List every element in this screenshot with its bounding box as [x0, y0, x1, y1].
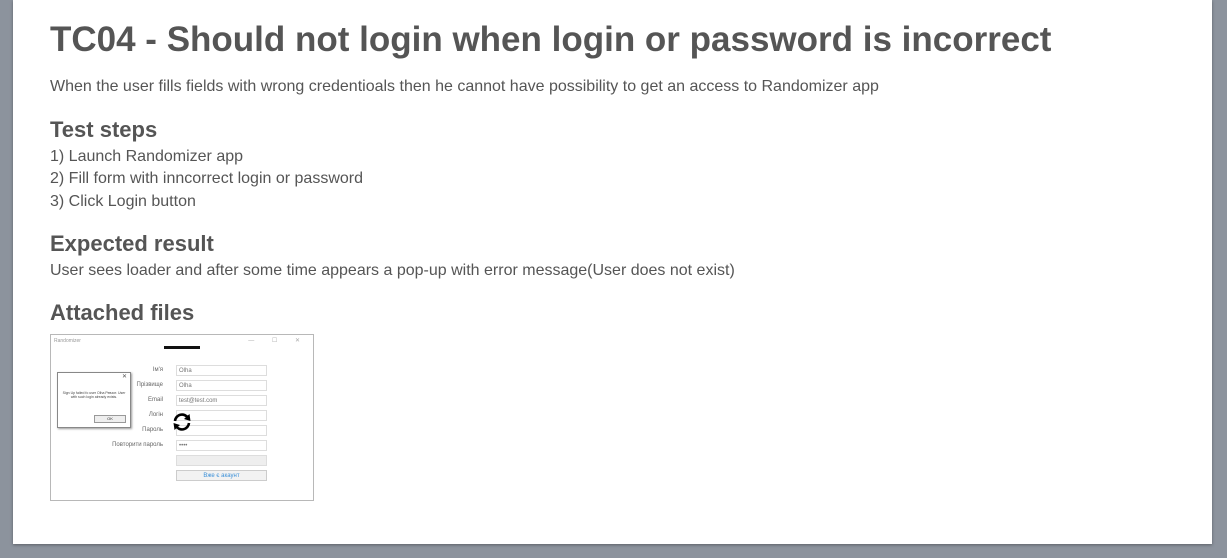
thumb-window-title: Randomizer [54, 338, 81, 344]
attached-files-heading: Attached files [50, 300, 195, 325]
thumb-error-dialog: ✕ Sign Up failed fo user Olha Ревзот. Us… [57, 372, 131, 428]
thumb-field-value: Olha [176, 365, 267, 376]
step-item: 2) Fill form with inncorrect login or pa… [50, 170, 363, 187]
refresh-icon [173, 413, 191, 431]
thumb-dialog-message: Sign Up failed fo user Olha Ревзот. User… [62, 391, 126, 399]
expected-result-heading: Expected result [50, 231, 214, 256]
thumb-field-label: Повторити пароль [112, 442, 163, 448]
attached-screenshot-thumbnail[interactable]: Randomizer — ☐ ✕ Ім'я Olha Прізвище Olha… [50, 334, 314, 501]
close-icon: ✕ [121, 374, 127, 380]
test-steps-heading: Test steps [50, 117, 158, 142]
step-item: 3) Click Login button [50, 193, 196, 210]
test-case-page: TC04 - Should not login when login or pa… [13, 0, 1212, 544]
thumb-field-value: •••• [176, 440, 267, 451]
thumb-header-bar [164, 346, 200, 349]
page-title: TC04 - Should not login when login or pa… [50, 20, 1052, 59]
thumb-field-value: test@test.com [176, 395, 267, 406]
expected-result-text: User sees loader and after some time app… [50, 262, 735, 279]
thumb-secondary-button: Вже є акаунт [176, 470, 267, 481]
description: When the user fills fields with wrong cr… [50, 78, 879, 95]
thumb-field-value: Olha [176, 380, 267, 391]
thumb-disabled-button [176, 455, 267, 466]
thumb-dialog-ok-button: OK [94, 415, 126, 423]
thumb-window-buttons: — ☐ ✕ [248, 338, 308, 344]
step-item: 1) Launch Randomizer app [50, 148, 244, 165]
